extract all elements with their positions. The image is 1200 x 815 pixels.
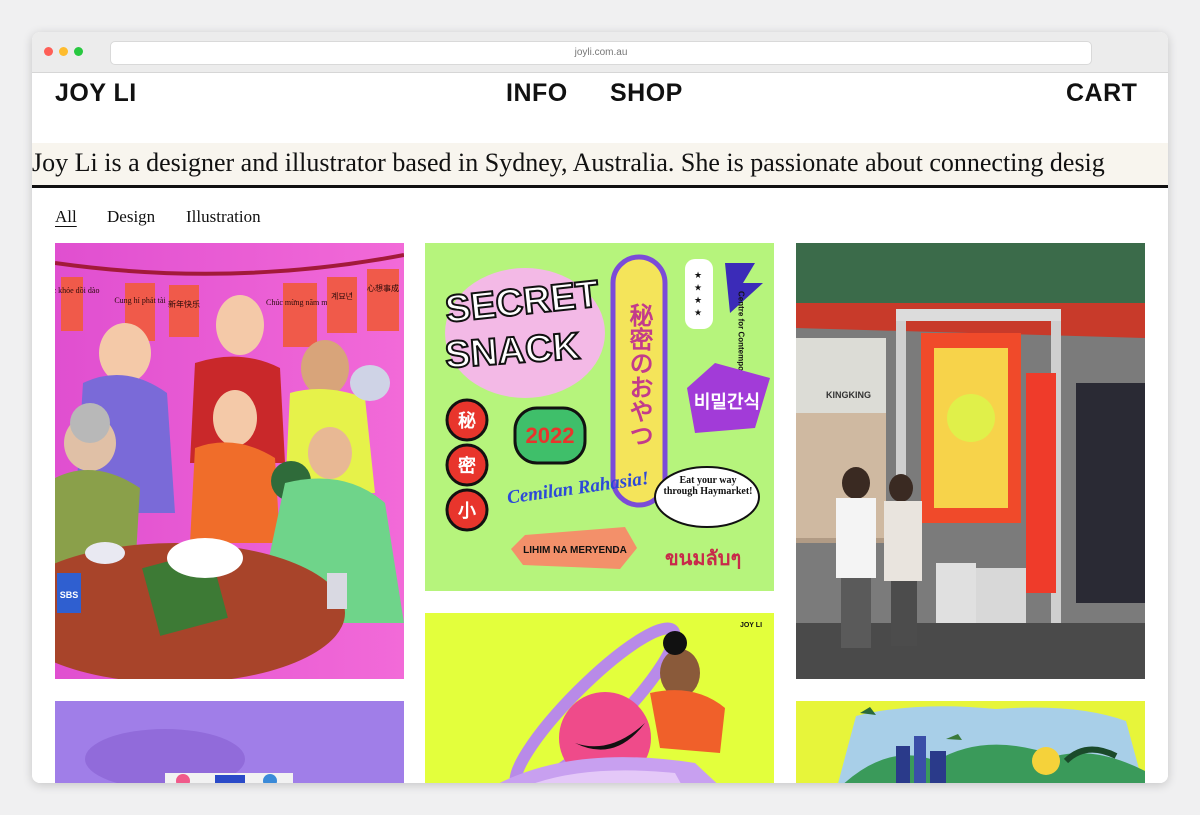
poster-korean-text: 비밀간식 xyxy=(694,392,760,413)
haymarket-installation-photo: KINGKING xyxy=(796,243,1145,679)
project-tile-landscape[interactable] xyxy=(796,701,1145,783)
address-bar[interactable]: joyli.com.au xyxy=(110,41,1092,65)
nav-shop-link[interactable]: SHOP xyxy=(610,81,683,106)
project-tile-haymarket-installation[interactable]: KINGKING xyxy=(796,243,1145,679)
project-tile-lime-poster[interactable]: JOY LI xyxy=(425,613,774,783)
poster-thai-text: ขนมลับๆ xyxy=(665,546,741,570)
maximize-window-button[interactable] xyxy=(74,47,83,56)
nav-info-link[interactable]: INFO xyxy=(506,81,568,106)
lantern-text-2: Cung hỉ phát tài xyxy=(114,296,166,305)
browser-toolbar: joyli.com.au xyxy=(32,32,1168,73)
browser-window: joyli.com.au JOY LI INFO SHOP CART Joy L… xyxy=(32,32,1168,783)
website-page: JOY LI INFO SHOP CART Joy Li is a design… xyxy=(32,73,1168,783)
secret-snack-poster: SECRET SNACK 秘密のおやつ ★ ★ ★ ★ Centre for C… xyxy=(425,243,774,591)
filter-illustration[interactable]: Illustration xyxy=(186,207,261,227)
poster-chinese-3: 小 xyxy=(458,501,476,521)
poster-chinese-2: 密 xyxy=(458,455,476,476)
lantern-text-3: 新年快乐 xyxy=(168,299,200,309)
intro-marquee: Joy Li is a designer and illustrator bas… xyxy=(32,143,1168,188)
poster-stars: ★ ★ ★ ★ xyxy=(694,271,704,319)
lantern-text-5: 계묘년 xyxy=(331,291,353,301)
lantern-text-4: Chúc mừng năm mới xyxy=(266,298,335,307)
lantern-text-1: Sắc khỏe dồi dào xyxy=(55,286,99,295)
site-logo[interactable]: JOY LI xyxy=(55,81,137,106)
lunar-new-year-illustration: Sắc khỏe dồi dào Cung hỉ phát tài 新年快乐 C… xyxy=(55,243,404,679)
project-tile-secret-snack[interactable]: SECRET SNACK 秘密のおやつ ★ ★ ★ ★ Centre for C… xyxy=(425,243,774,591)
poster-vertical-japanese: 秘密のおやつ xyxy=(625,302,653,447)
nav-cart-link[interactable]: CART xyxy=(1066,81,1137,106)
project-tile-purple-product[interactable] xyxy=(55,701,404,783)
purple-product-photo xyxy=(55,701,404,783)
lantern-text-6: 心想事成 xyxy=(367,283,399,293)
poster-year: 2022 xyxy=(526,423,575,448)
project-tile-lunar-new-year[interactable]: Sắc khỏe dồi dào Cung hỉ phát tài 新年快乐 C… xyxy=(55,243,404,679)
lime-sport-poster: JOY LI xyxy=(425,613,774,783)
close-window-button[interactable] xyxy=(44,47,53,56)
poster-joy-li-mark: JOY LI xyxy=(740,622,762,629)
minimize-window-button[interactable] xyxy=(59,47,68,56)
poster-filipino-text: LIHIM NA MERYENDA xyxy=(523,545,627,556)
filter-design[interactable]: Design xyxy=(107,207,155,227)
intro-text: Joy Li is a designer and illustrator bas… xyxy=(32,148,1105,177)
can-label: SBS xyxy=(60,590,79,600)
filter-all[interactable]: All xyxy=(55,207,77,227)
poster-speech-bubble: Eat your way through Haymarket! xyxy=(663,475,753,497)
poster-chinese-1: 秘 xyxy=(458,410,476,431)
landscape-illustration xyxy=(796,701,1145,783)
shop-sign-text: KINGKING xyxy=(826,390,871,400)
